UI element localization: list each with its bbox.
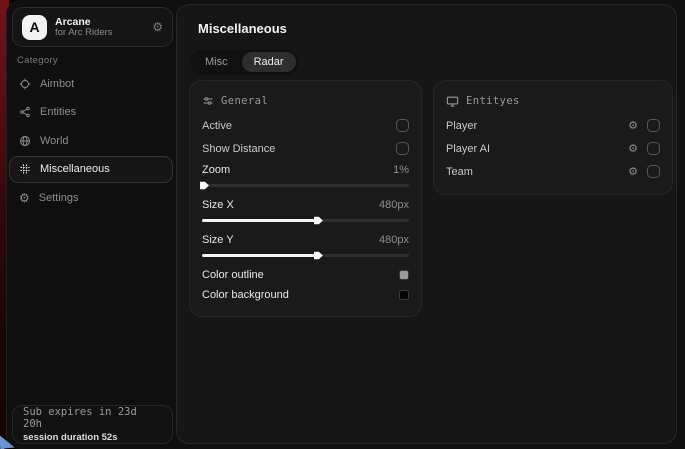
sidebar-nav: Aimbot Entities World: [9, 70, 173, 213]
zoom-row: Zoom 1%: [202, 160, 409, 179]
zoom-label: Zoom: [202, 164, 230, 176]
entities-card: Entityes Player ⚙ Player AI ⚙: [433, 80, 673, 195]
size-x-label: Size X: [202, 199, 234, 211]
size-x-slider[interactable]: [202, 214, 409, 227]
player-checkbox[interactable]: [647, 119, 660, 132]
gear-icon[interactable]: ⚙: [152, 20, 163, 34]
app-window: A Arcane for Arc Riders ⚙ Category Aimbo…: [6, 0, 685, 449]
sidebar-item-label: World: [40, 135, 69, 147]
sidebar-item-entities[interactable]: Entities: [9, 99, 173, 126]
slider-thumb[interactable]: [314, 216, 323, 225]
color-outline-label: Color outline: [202, 269, 264, 281]
player-row: Player ⚙: [446, 114, 660, 137]
page-title: Miscellaneous: [198, 21, 287, 36]
player-ai-controls: ⚙: [628, 142, 660, 155]
brand-text: Arcane for Arc Riders: [55, 16, 144, 39]
subscription-info-card: Sub expires in 23d 20h session duration …: [12, 405, 173, 444]
tab-radar[interactable]: Radar: [242, 52, 296, 72]
slider-track: [202, 219, 409, 222]
main-panel: Miscellaneous Misc Radar General Active: [176, 4, 677, 444]
entities-card-title: Entityes: [466, 95, 520, 107]
entities-nodes-icon: [19, 106, 31, 118]
team-row: Team ⚙: [446, 160, 660, 183]
player-controls: ⚙: [628, 119, 660, 132]
sidebar-item-label: Settings: [39, 192, 79, 204]
color-outline-swatch[interactable]: [399, 270, 409, 280]
size-x-slider-group: Size X 480px: [202, 195, 409, 227]
team-controls: ⚙: [628, 165, 660, 178]
size-y-label: Size Y: [202, 234, 234, 246]
color-background-swatch[interactable]: [399, 290, 409, 300]
player-label: Player: [446, 120, 477, 132]
show-distance-checkbox[interactable]: [396, 142, 409, 155]
color-outline-row: Color outline: [202, 265, 409, 285]
brand-card: A Arcane for Arc Riders ⚙: [12, 7, 173, 47]
sub-expiry-text: Sub expires in 23d 20h: [23, 406, 162, 430]
screen: { "sidebar": { "brand": { "initial": "A"…: [0, 0, 685, 449]
gear-icon: ⚙: [19, 192, 30, 204]
zoom-value: 1%: [393, 164, 409, 176]
entities-card-header: Entityes: [446, 90, 660, 112]
slider-track: [202, 184, 409, 187]
team-label: Team: [446, 166, 473, 178]
sidebar-item-world[interactable]: World: [9, 127, 173, 154]
sliders-icon: [202, 95, 214, 107]
sidebar-item-label: Aimbot: [40, 78, 74, 90]
color-background-label: Color background: [202, 289, 289, 301]
show-distance-row: Show Distance: [202, 137, 409, 160]
monitor-icon: [446, 95, 459, 108]
size-y-slider-group: Size Y 480px: [202, 230, 409, 262]
player-ai-label: Player AI: [446, 143, 490, 155]
size-y-row: Size Y 480px: [202, 230, 409, 249]
crosshair-icon: [19, 78, 31, 90]
slider-thumb[interactable]: [200, 181, 209, 190]
slider-track: [202, 254, 409, 257]
slider-fill: [202, 219, 316, 222]
tab-misc[interactable]: Misc: [193, 52, 240, 72]
brand-logo: A: [22, 15, 47, 40]
cards-container: General Active Show Distance Zoom 1%: [189, 80, 673, 317]
globe-icon: [19, 135, 31, 147]
sidebar-item-miscellaneous[interactable]: Miscellaneous: [9, 156, 173, 183]
session-duration-text: session duration 52s: [23, 432, 162, 443]
brand-subtitle: for Arc Riders: [55, 28, 144, 39]
general-card-header: General: [202, 90, 409, 112]
sidebar-item-settings[interactable]: ⚙ Settings: [9, 184, 173, 211]
color-background-row: Color background: [202, 285, 409, 305]
slider-thumb[interactable]: [314, 251, 323, 260]
category-label: Category: [17, 55, 58, 66]
size-y-value: 480px: [379, 234, 409, 246]
size-y-slider[interactable]: [202, 249, 409, 262]
zoom-slider-group: Zoom 1%: [202, 160, 409, 192]
player-ai-checkbox[interactable]: [647, 142, 660, 155]
size-x-value: 480px: [379, 199, 409, 211]
general-card: General Active Show Distance Zoom 1%: [189, 80, 422, 317]
player-ai-row: Player AI ⚙: [446, 137, 660, 160]
sidebar-item-label: Miscellaneous: [40, 163, 110, 175]
active-row: Active: [202, 114, 409, 137]
team-checkbox[interactable]: [647, 165, 660, 178]
gear-icon[interactable]: ⚙: [628, 143, 638, 154]
size-x-row: Size X 480px: [202, 195, 409, 214]
slider-fill: [202, 254, 316, 257]
sidebar: A Arcane for Arc Riders ⚙ Category Aimbo…: [7, 0, 176, 449]
gear-icon[interactable]: ⚙: [628, 166, 638, 177]
brand-title: Arcane: [55, 16, 144, 28]
tab-bar: Misc Radar: [190, 49, 299, 75]
active-checkbox[interactable]: [396, 119, 409, 132]
gear-icon[interactable]: ⚙: [628, 120, 638, 131]
show-distance-label: Show Distance: [202, 143, 275, 155]
general-card-title: General: [221, 95, 268, 107]
sidebar-item-aimbot[interactable]: Aimbot: [9, 70, 173, 97]
sidebar-item-label: Entities: [40, 106, 76, 118]
active-label: Active: [202, 120, 232, 132]
zoom-slider[interactable]: [202, 179, 409, 192]
grid-hash-icon: [19, 163, 31, 175]
